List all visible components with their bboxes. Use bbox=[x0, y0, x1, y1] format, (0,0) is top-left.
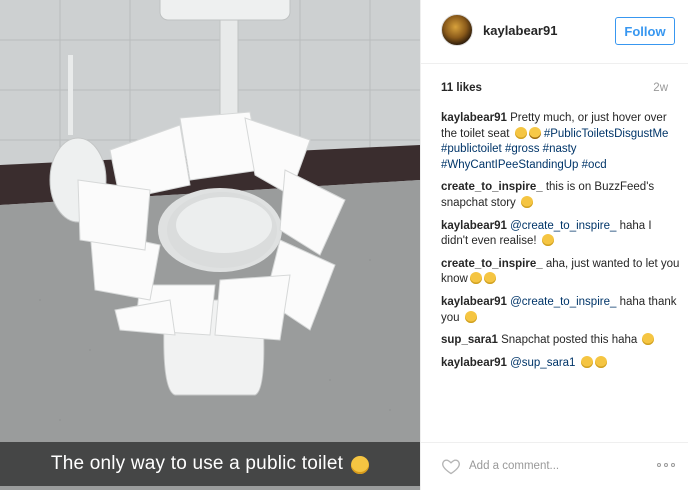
comment-username-link[interactable]: kaylabear91 bbox=[441, 296, 507, 308]
comment-username-link[interactable]: kaylabear91 bbox=[441, 357, 507, 369]
comment-username-link[interactable]: create_to_inspire_ bbox=[441, 258, 543, 270]
username-link[interactable]: kaylabear91 bbox=[483, 23, 557, 38]
comment-username-link[interactable]: create_to_inspire_ bbox=[441, 181, 543, 193]
grimace-emoji-icon bbox=[528, 126, 541, 139]
follow-button[interactable]: Follow bbox=[615, 17, 675, 45]
laughing-crying-emoji-icon bbox=[580, 355, 593, 368]
post-details-panel: kaylabear91 Follow 11 likes 2w kaylabear… bbox=[420, 0, 688, 490]
hashtag-link[interactable]: #ocd bbox=[582, 159, 607, 171]
comment-text bbox=[575, 357, 578, 369]
comment-item: create_to_inspire_ aha, just wanted to l… bbox=[441, 257, 681, 288]
laughing-crying-emoji-icon bbox=[514, 126, 527, 139]
laughing-crying-emoji-icon bbox=[351, 456, 370, 474]
mention-link[interactable]: @create_to_inspire_ bbox=[510, 220, 616, 232]
comment-item: kaylabear91 @create_to_inspire_ haha tha… bbox=[441, 295, 681, 326]
comment-item: create_to_inspire_ this is on BuzzFeed's… bbox=[441, 180, 681, 211]
caption-text: The only way to use a public toilet bbox=[50, 453, 344, 474]
hashtag-link[interactable]: #gross bbox=[505, 143, 540, 155]
toilet-photo-illustration bbox=[0, 0, 420, 490]
mention-link[interactable]: @create_to_inspire_ bbox=[510, 296, 616, 308]
hashtag-link[interactable]: #publictoilet bbox=[441, 143, 502, 155]
add-comment-input[interactable] bbox=[469, 456, 639, 476]
comment-text: Snapchat posted this haha bbox=[497, 334, 641, 347]
post-photo[interactable]: The only way to use a public toilet bbox=[0, 0, 420, 490]
comment-item: kaylabear91 @sup_sara1 bbox=[441, 355, 681, 372]
laughing-crying-emoji-icon bbox=[642, 333, 655, 346]
laughing-crying-emoji-icon bbox=[520, 195, 533, 208]
mention-link[interactable]: @sup_sara1 bbox=[510, 357, 575, 369]
laughing-crying-emoji-icon bbox=[469, 272, 482, 285]
comment-username-link[interactable]: kaylabear91 bbox=[441, 220, 507, 232]
laughing-crying-emoji-icon bbox=[594, 355, 607, 368]
comment-username-link[interactable]: sup_sara1 bbox=[441, 334, 498, 346]
more-options-icon[interactable] bbox=[657, 463, 675, 467]
comment-item: kaylabear91 Pretty much, or just hover o… bbox=[441, 111, 681, 173]
post-header: kaylabear91 Follow bbox=[421, 0, 688, 64]
hashtag-link[interactable]: #WhyCantIPeeStandingUp bbox=[441, 159, 578, 171]
snapchat-caption-bar: The only way to use a public toilet bbox=[0, 442, 420, 486]
comment-item: sup_sara1 Snapchat posted this haha bbox=[441, 333, 681, 349]
likes-count[interactable]: 11 likes bbox=[441, 82, 482, 94]
post-footer bbox=[421, 442, 688, 490]
avatar[interactable] bbox=[441, 14, 473, 46]
hashtag-link[interactable]: #nasty bbox=[543, 143, 577, 155]
laughing-crying-emoji-icon bbox=[483, 272, 496, 285]
comment-item: kaylabear91 @create_to_inspire_ haha I d… bbox=[441, 219, 681, 250]
comment-username-link[interactable]: kaylabear91 bbox=[441, 112, 507, 124]
laughing-crying-emoji-icon bbox=[541, 234, 554, 247]
comments-list: kaylabear91 Pretty much, or just hover o… bbox=[441, 111, 681, 378]
post-time[interactable]: 2w bbox=[653, 82, 668, 94]
hashtag-link[interactable]: #PublicToiletsDisgustMe bbox=[544, 128, 669, 140]
tongue-out-emoji-icon bbox=[464, 310, 477, 323]
heart-outline-icon[interactable] bbox=[441, 456, 461, 476]
